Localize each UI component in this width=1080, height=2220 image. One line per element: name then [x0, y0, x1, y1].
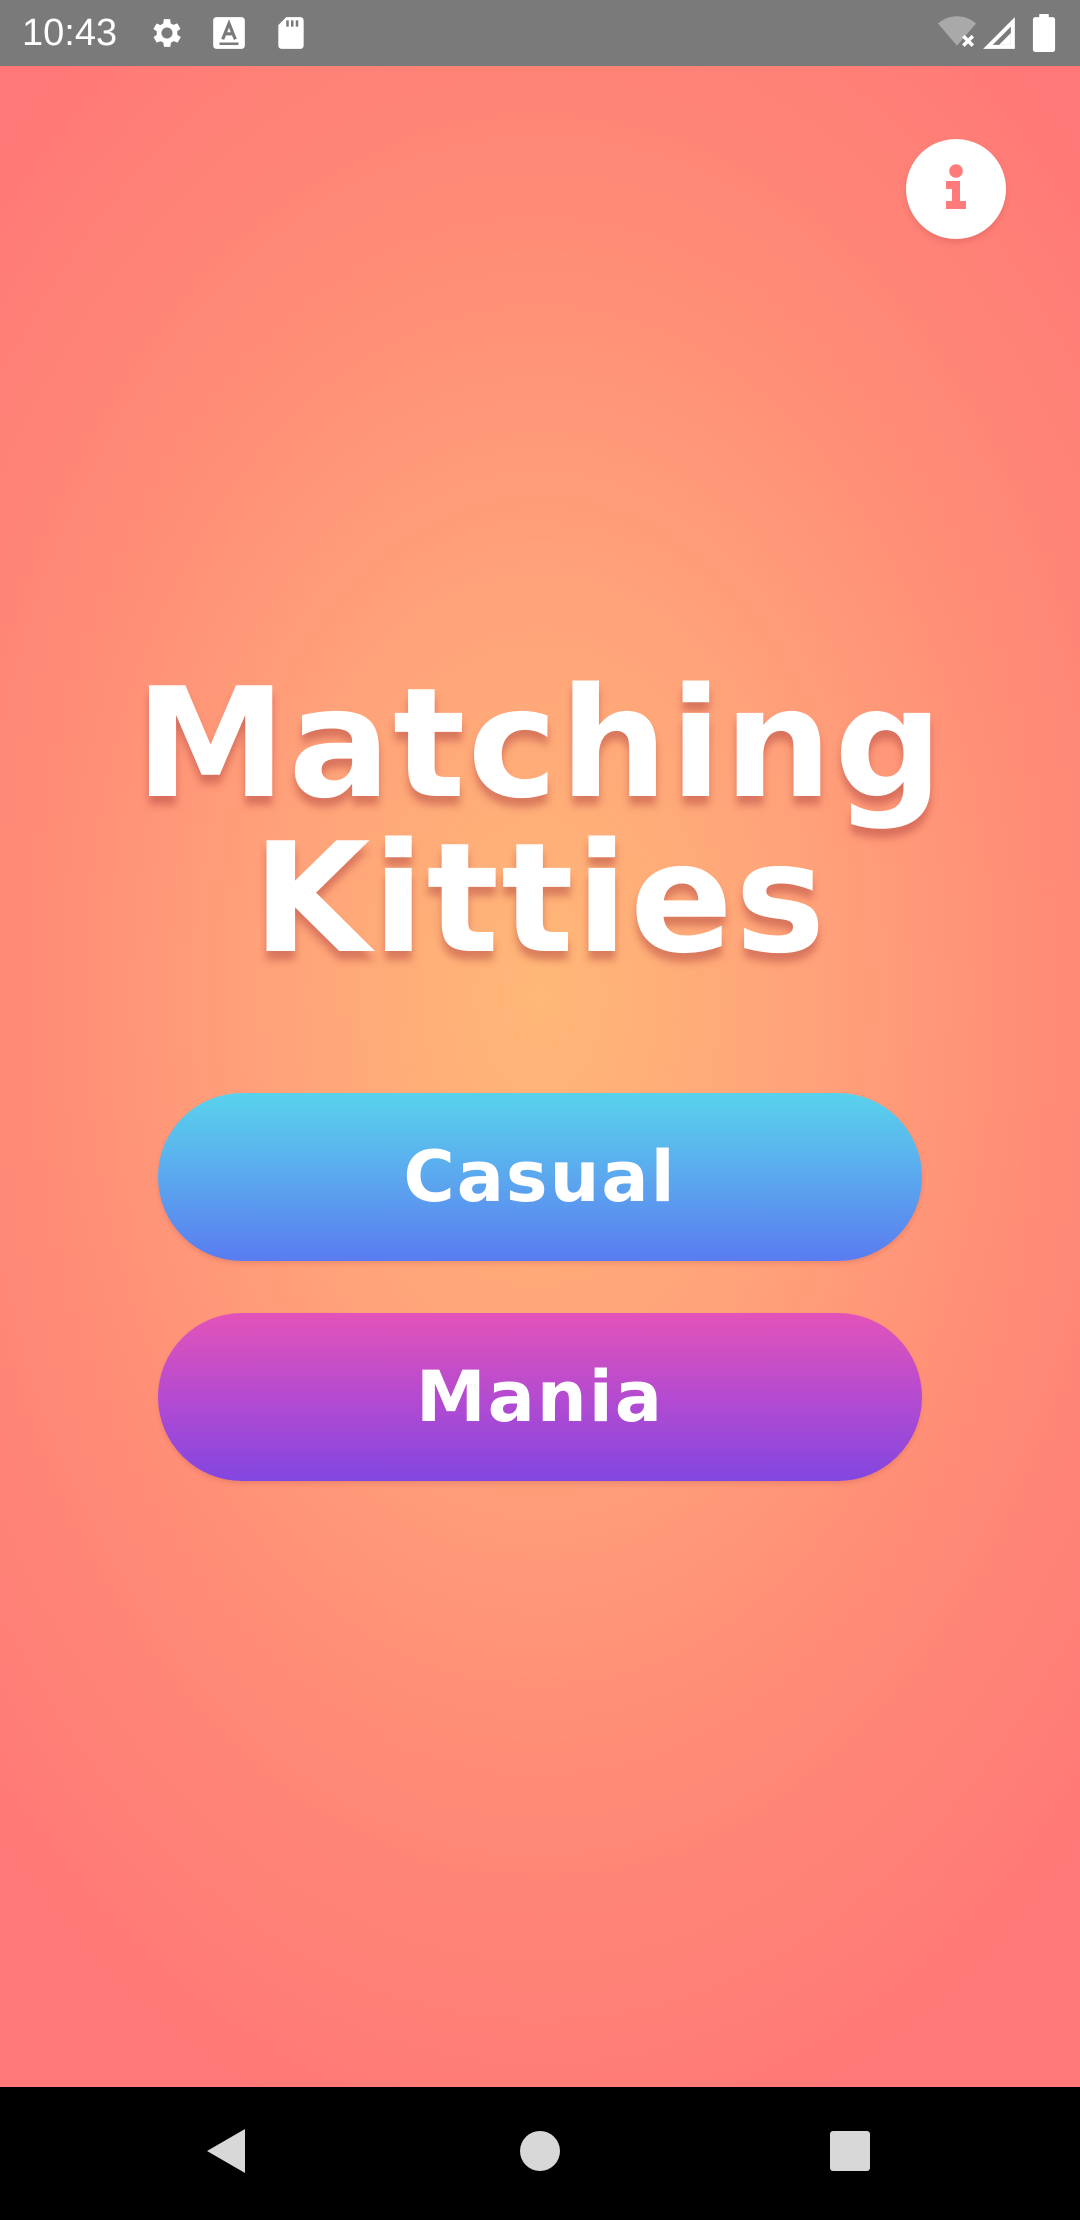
title-line-1: Matching	[135, 655, 945, 832]
home-icon	[518, 2129, 562, 2177]
recents-icon	[828, 2129, 872, 2177]
info-button[interactable]	[906, 139, 1006, 239]
game-menu-screen: Matching Kitties Casual Mania	[0, 66, 1080, 2087]
battery-icon	[1030, 14, 1058, 53]
info-icon	[928, 159, 984, 219]
casual-mode-button[interactable]: Casual	[158, 1093, 922, 1261]
status-bar: 10:43	[0, 0, 1080, 66]
back-icon	[203, 2126, 249, 2180]
title-line-2: Kitties	[252, 810, 828, 987]
phone-screen: 10:43 Matching Kitties Casual Mania	[0, 0, 1080, 2220]
mania-mode-button[interactable]: Mania	[158, 1313, 922, 1481]
status-time: 10:43	[22, 12, 118, 54]
sd-card-icon	[272, 14, 310, 52]
recents-button[interactable]	[814, 2117, 886, 2189]
cell-signal-icon	[980, 14, 1018, 52]
navigation-bar	[0, 2087, 1080, 2220]
wifi-off-icon	[936, 14, 978, 52]
back-button[interactable]	[190, 2117, 262, 2189]
home-button[interactable]	[504, 2117, 576, 2189]
game-title: Matching Kitties	[0, 666, 1080, 976]
casual-button-label: Casual	[403, 1136, 677, 1218]
keyboard-a-icon	[210, 14, 248, 52]
gear-icon	[148, 14, 186, 52]
mania-button-label: Mania	[416, 1356, 664, 1438]
